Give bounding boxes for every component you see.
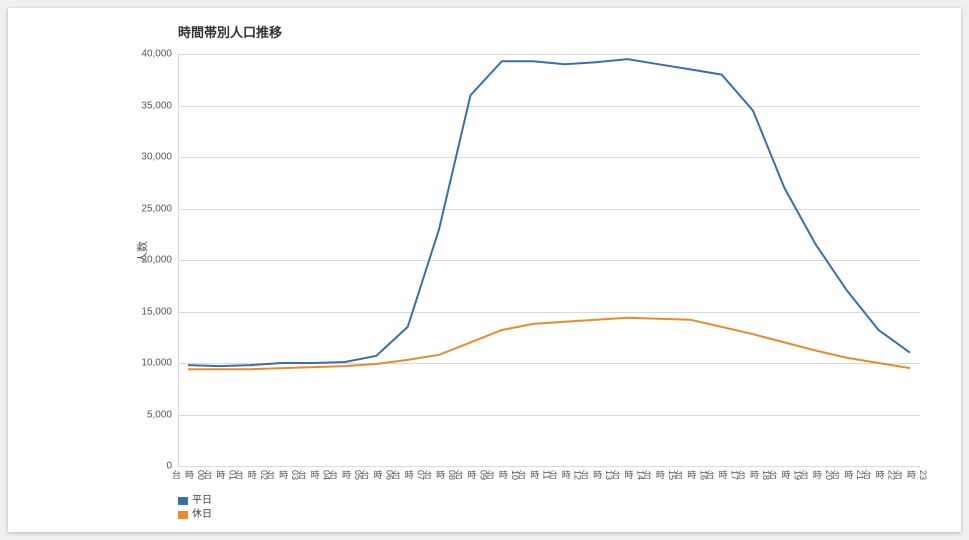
series-line-0 <box>188 59 910 366</box>
y-tick-label: 20,000 <box>141 255 172 266</box>
gridline <box>178 466 920 467</box>
y-tick-label: 15,000 <box>141 306 172 317</box>
legend-label-weekday: 平日 <box>192 494 212 508</box>
y-tick-label: 30,000 <box>141 152 172 163</box>
plot-area: 05,00010,00015,00020,00025,00030,00035,0… <box>178 54 920 466</box>
legend-swatch-weekday <box>178 497 188 505</box>
series-line-1 <box>188 318 910 370</box>
chart-title: 時間帯別人口推移 <box>178 22 282 41</box>
chart-svg <box>178 54 920 466</box>
y-tick-label: 35,000 <box>141 100 172 111</box>
y-tick-label: 10,000 <box>141 358 172 369</box>
y-tick-label: 25,000 <box>141 203 172 214</box>
legend-label-holiday: 休日 <box>192 508 212 522</box>
legend-item-weekday: 平日 <box>178 494 212 508</box>
legend: 平日 休日 <box>178 494 212 522</box>
x-tick-label: 23時台 <box>892 470 928 480</box>
legend-swatch-holiday <box>178 511 188 519</box>
y-tick-label: 40,000 <box>141 49 172 60</box>
y-tick-label: 5,000 <box>147 409 172 420</box>
chart-card: 時間帯別人口推移 人数 05,00010,00015,00020,00025,0… <box>8 8 961 532</box>
legend-item-holiday: 休日 <box>178 508 212 522</box>
